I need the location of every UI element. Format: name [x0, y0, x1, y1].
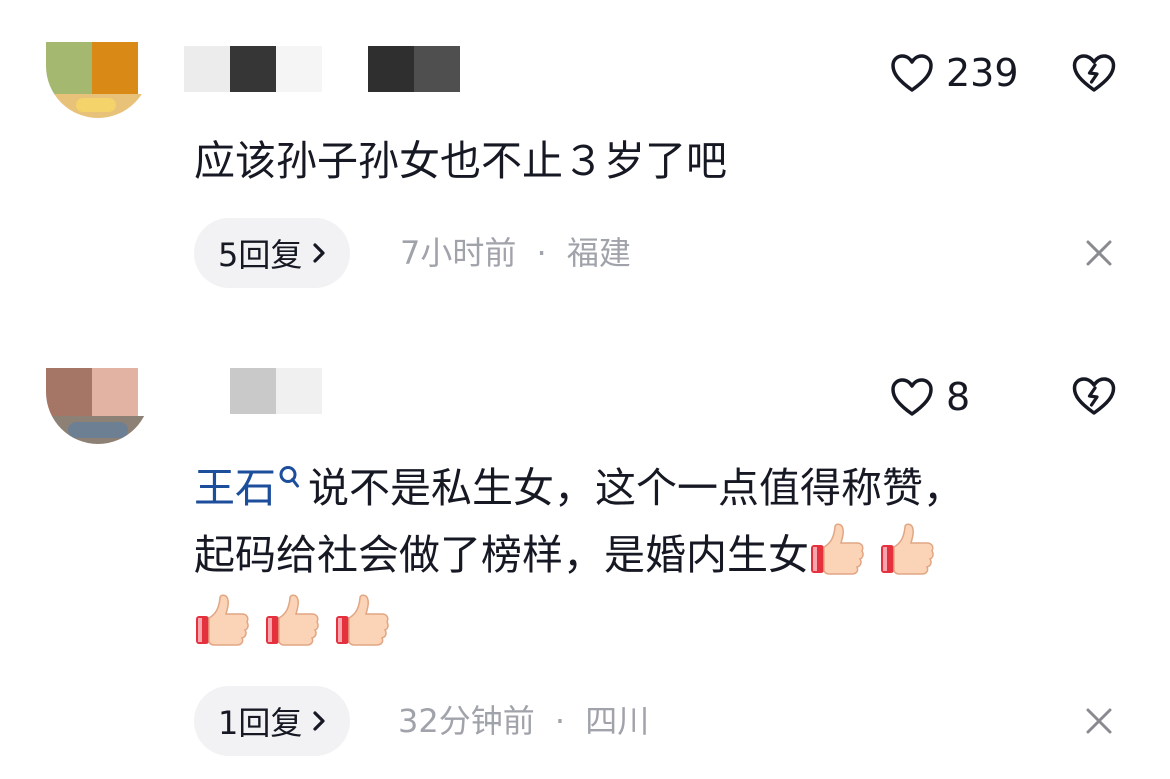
thumbs-up-icon: [196, 594, 249, 646]
meta-separator: ·: [536, 234, 547, 272]
like-button[interactable]: 8: [890, 374, 970, 420]
timestamp: 7小时前: [400, 234, 517, 272]
broken-heart-icon: [1072, 377, 1116, 415]
dislike-button[interactable]: [1071, 376, 1117, 416]
username[interactable]: [184, 368, 324, 414]
close-icon[interactable]: [1084, 706, 1114, 736]
like-button[interactable]: 239: [890, 50, 1019, 96]
view-replies-button[interactable]: 1回复: [194, 686, 351, 756]
dislike-button[interactable]: [1071, 53, 1117, 93]
thumbs-up-icon: [881, 523, 934, 575]
like-count: 239: [946, 51, 1019, 95]
comment-text: 王石 说不是私生女，这个一点值得称赞， 起码给社会做了榜样，是婚内生女: [194, 455, 1114, 659]
comment-text-line1: 说不是私生女，这个一点值得称赞，: [308, 464, 964, 512]
heart-icon: [891, 54, 933, 92]
comment-meta: 7小时前 · 福建: [400, 218, 631, 288]
timestamp: 32分钟前: [398, 702, 535, 740]
thumbs-up-icon: [811, 523, 864, 575]
location: 四川: [585, 702, 650, 740]
location: 福建: [566, 234, 631, 272]
search-icon[interactable]: [278, 465, 300, 491]
chevron-right-icon: [313, 243, 325, 263]
heart-icon: [891, 378, 933, 416]
mention-link[interactable]: 王石: [194, 464, 276, 512]
meta-separator: ·: [554, 702, 566, 740]
chevron-right-icon: [313, 711, 325, 731]
comment-meta: 32分钟前 · 四川: [398, 686, 649, 756]
view-replies-button[interactable]: 5回复: [194, 218, 351, 288]
comment-text-line2: 起码给社会做了榜样，是婚内生女: [194, 531, 809, 579]
comment-line-1: 王石 说不是私生女，这个一点值得称赞，: [194, 455, 1114, 521]
avatar[interactable]: [46, 368, 150, 444]
broken-heart-icon: [1072, 54, 1116, 92]
reply-count-label: 1回复: [218, 704, 303, 742]
username[interactable]: [184, 46, 464, 92]
comment-text: 应该孙子孙女也不止３岁了吧: [194, 137, 727, 185]
like-count: 8: [946, 375, 971, 419]
close-icon[interactable]: [1084, 238, 1114, 268]
avatar[interactable]: [46, 42, 150, 118]
comment-line-2: 起码给社会做了榜样，是婚内生女: [194, 521, 1114, 588]
reply-count-label: 5回复: [218, 236, 303, 274]
comment-line-3: [194, 588, 1114, 659]
thumbs-up-icon: [266, 594, 319, 646]
thumbs-up-icon: [336, 594, 389, 646]
